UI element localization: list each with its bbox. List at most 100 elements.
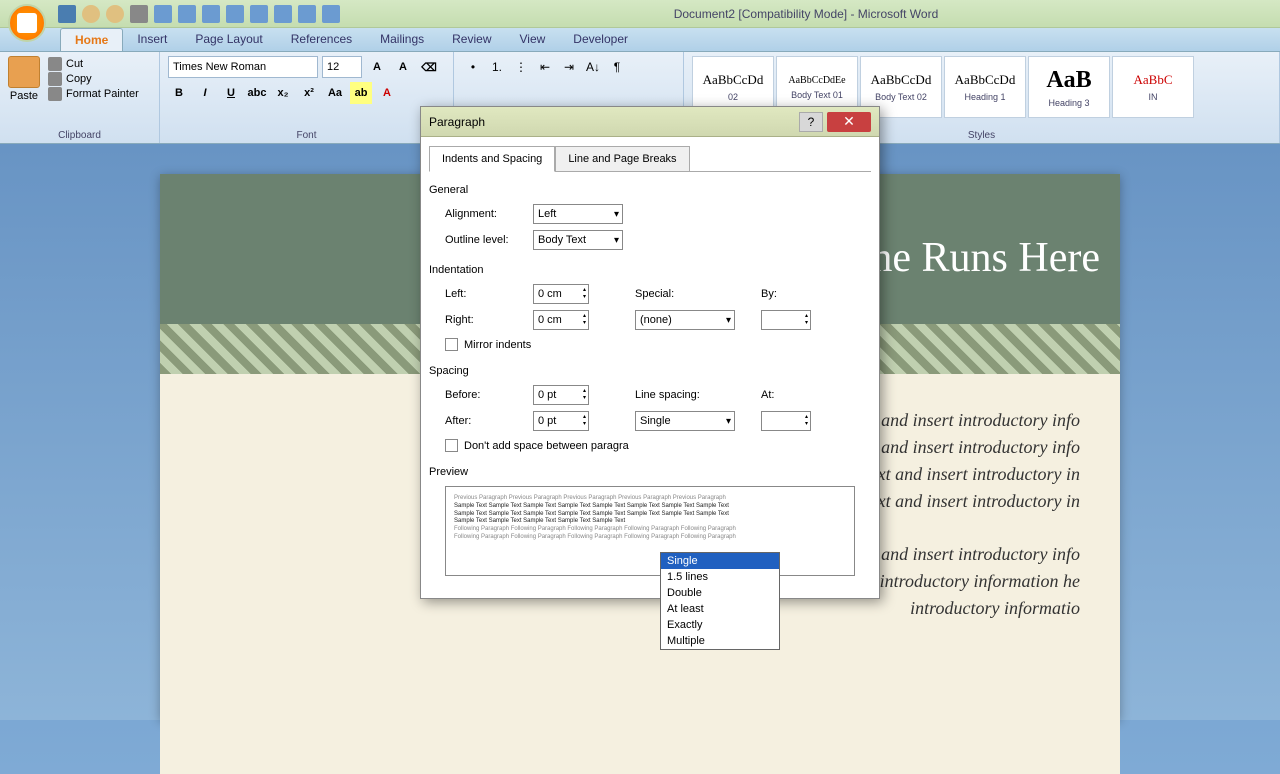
- tab-view[interactable]: View: [506, 28, 560, 51]
- increase-indent-button[interactable]: ⇥: [558, 56, 580, 78]
- line-spacing-dropdown: Single 1.5 lines Double At least Exactly…: [660, 552, 780, 650]
- qat-icon[interactable]: [322, 5, 340, 23]
- tab-line-page-breaks[interactable]: Line and Page Breaks: [555, 146, 689, 172]
- special-combo[interactable]: (none): [635, 310, 735, 330]
- tab-insert[interactable]: Insert: [123, 28, 181, 51]
- brush-icon: [48, 87, 62, 101]
- cut-button[interactable]: Cut: [48, 57, 139, 71]
- font-name-select[interactable]: [168, 56, 318, 78]
- tab-home[interactable]: Home: [60, 28, 123, 51]
- dropdown-option[interactable]: Exactly: [661, 617, 779, 633]
- right-indent-spinner[interactable]: 0 cm: [533, 310, 589, 330]
- before-spinner[interactable]: 0 pt: [533, 385, 589, 405]
- mirror-indents-checkbox[interactable]: Mirror indents: [445, 338, 871, 351]
- spacing-label: Spacing: [429, 365, 871, 377]
- outline-combo[interactable]: Body Text: [533, 230, 623, 250]
- dropdown-option[interactable]: Multiple: [661, 633, 779, 649]
- qat-icon[interactable]: [226, 5, 244, 23]
- line-spacing-combo[interactable]: Single: [635, 411, 735, 431]
- font-color-button[interactable]: A: [376, 82, 398, 104]
- general-section: General Alignment: Left Outline level: B…: [429, 184, 871, 250]
- dialog-titlebar[interactable]: Paragraph ? ✕: [421, 107, 879, 137]
- copy-button[interactable]: Copy: [48, 72, 139, 86]
- copy-icon: [48, 72, 62, 86]
- dropdown-option[interactable]: Single: [661, 553, 779, 569]
- qat-icon[interactable]: [202, 5, 220, 23]
- highlight-button[interactable]: ab: [350, 82, 372, 104]
- multilevel-button[interactable]: ⋮: [510, 56, 532, 78]
- tab-developer[interactable]: Developer: [559, 28, 642, 51]
- decrease-indent-button[interactable]: ⇤: [534, 56, 556, 78]
- sort-button[interactable]: A↓: [582, 56, 604, 78]
- grow-font-button[interactable]: A: [366, 56, 388, 78]
- numbering-button[interactable]: 1.: [486, 56, 508, 78]
- paragraph-dialog: Paragraph ? ✕ Indents and Spacing Line a…: [420, 106, 880, 599]
- format-painter-button[interactable]: Format Painter: [48, 87, 139, 101]
- paste-label: Paste: [10, 90, 38, 102]
- dropdown-option[interactable]: Double: [661, 585, 779, 601]
- qat-icon[interactable]: [298, 5, 316, 23]
- body-line: introductory informatio: [200, 598, 1080, 619]
- dropdown-option[interactable]: 1.5 lines: [661, 569, 779, 585]
- cut-icon: [48, 57, 62, 71]
- ribbon-tabs: Home Insert Page Layout References Maili…: [0, 28, 1280, 52]
- italic-button[interactable]: I: [194, 82, 216, 104]
- superscript-button[interactable]: x²: [298, 82, 320, 104]
- subscript-button[interactable]: x₂: [272, 82, 294, 104]
- style-item[interactable]: AaBbCcDdHeading 1: [944, 56, 1026, 118]
- tab-indents-spacing[interactable]: Indents and Spacing: [429, 146, 555, 172]
- indentation-label: Indentation: [429, 264, 871, 276]
- paste-button[interactable]: Paste: [8, 56, 40, 102]
- change-case-button[interactable]: Aa: [324, 82, 346, 104]
- dont-add-space-checkbox[interactable]: Don't add space between paragra: [445, 439, 871, 452]
- qat-icon[interactable]: [178, 5, 196, 23]
- checkbox-icon: [445, 439, 458, 452]
- special-label: Special:: [635, 288, 695, 300]
- font-group: A A ⌫ B I U abc x₂ x² Aa ab A Font: [160, 52, 454, 143]
- qat-icon[interactable]: [274, 5, 292, 23]
- after-spinner[interactable]: 0 pt: [533, 411, 589, 431]
- save-icon[interactable]: [58, 5, 76, 23]
- quick-access-toolbar: [58, 5, 340, 23]
- bold-button[interactable]: B: [168, 82, 190, 104]
- spacing-section: Spacing Before: 0 pt Line spacing: At: A…: [429, 365, 871, 452]
- qat-icon[interactable]: [250, 5, 268, 23]
- underline-button[interactable]: U: [220, 82, 242, 104]
- general-label: General: [429, 184, 871, 196]
- undo-icon[interactable]: [82, 5, 100, 23]
- indentation-section: Indentation Left: 0 cm Special: By: Righ…: [429, 264, 871, 351]
- font-size-select[interactable]: [322, 56, 362, 78]
- style-item[interactable]: AaBHeading 3: [1028, 56, 1110, 118]
- preview-label: Preview: [429, 466, 871, 478]
- by-label: By:: [761, 288, 777, 300]
- dialog-title-text: Paragraph: [429, 115, 485, 129]
- print-icon[interactable]: [130, 5, 148, 23]
- dialog-help-button[interactable]: ?: [799, 112, 823, 132]
- alignment-combo[interactable]: Left: [533, 204, 623, 224]
- window-title: Document2 [Compatibility Mode] - Microso…: [340, 7, 1272, 21]
- dropdown-option[interactable]: At least: [661, 601, 779, 617]
- title-bar: Document2 [Compatibility Mode] - Microso…: [0, 0, 1280, 28]
- shrink-font-button[interactable]: A: [392, 56, 414, 78]
- by-spinner[interactable]: [761, 310, 811, 330]
- style-item[interactable]: AaBbCIN: [1112, 56, 1194, 118]
- dialog-tabs: Indents and Spacing Line and Page Breaks: [429, 145, 871, 172]
- bullets-button[interactable]: •: [462, 56, 484, 78]
- left-indent-spinner[interactable]: 0 cm: [533, 284, 589, 304]
- office-button[interactable]: [8, 4, 46, 42]
- qat-icon[interactable]: [154, 5, 172, 23]
- redo-icon[interactable]: [106, 5, 124, 23]
- font-group-label: Font: [160, 130, 453, 141]
- tab-review[interactable]: Review: [438, 28, 505, 51]
- preview-section: Preview Previous Paragraph Previous Para…: [429, 466, 871, 576]
- clear-format-button[interactable]: ⌫: [418, 56, 440, 78]
- dialog-close-button[interactable]: ✕: [827, 112, 871, 132]
- tab-mailings[interactable]: Mailings: [366, 28, 438, 51]
- strikethrough-button[interactable]: abc: [246, 82, 268, 104]
- tab-page-layout[interactable]: Page Layout: [181, 28, 276, 51]
- tab-references[interactable]: References: [277, 28, 366, 51]
- at-spinner[interactable]: [761, 411, 811, 431]
- alignment-label: Alignment:: [445, 208, 525, 220]
- show-marks-button[interactable]: ¶: [606, 56, 628, 78]
- checkbox-icon: [445, 338, 458, 351]
